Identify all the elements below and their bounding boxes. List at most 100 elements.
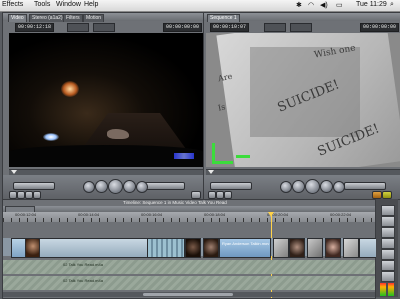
ruler-tick-marks (3, 218, 375, 222)
tab-filters[interactable]: Filters (63, 14, 83, 22)
streetlight-glow (61, 81, 79, 97)
bluetooth-icon[interactable]: ✱ (296, 1, 302, 9)
canvas-current-timecode[interactable]: 00:00:00:00 (360, 23, 400, 32)
battery-icon[interactable]: ▭ (336, 1, 343, 9)
menu-effects[interactable]: Effects (2, 1, 23, 8)
ruler-tick-label: 00:00:12:04 (15, 212, 37, 217)
zoom-tool[interactable] (381, 271, 395, 282)
timeline-ruler[interactable]: 00:00:12:04 00:00:14:04 00:00:16:04 00:0… (3, 212, 375, 222)
canvas-playhead-marker[interactable] (208, 170, 214, 174)
clock[interactable]: Tue 11:29 (356, 1, 387, 8)
video-clip-thumbnail[interactable] (273, 238, 289, 258)
viewer-mark-in-button[interactable] (9, 191, 17, 199)
video-clip-thumbnail[interactable] (343, 238, 359, 258)
paper-word-is: Is (217, 102, 227, 113)
audio-meter-right (388, 283, 394, 296)
viewer-next-edit-button[interactable] (136, 181, 148, 193)
canvas-zoom-popup[interactable] (264, 23, 286, 32)
hand-figure (107, 129, 129, 139)
tab-motion[interactable]: Motion (83, 14, 105, 22)
track-select-tool[interactable] (381, 227, 395, 238)
canvas-shuttle-control[interactable] (210, 182, 252, 190)
streetlight-glow-2 (43, 133, 59, 141)
video-clip-thumbnail[interactable] (325, 238, 341, 258)
canvas-mark-in-button[interactable] (208, 191, 216, 199)
canvas-transport-bar (204, 175, 400, 199)
audio-track-a2: 02 Talk You Read.m4a (3, 276, 375, 290)
video-clip-stripes[interactable] (147, 238, 185, 258)
viewer-panel: Video Stereo (a1a2) Filters Motion 00:00… (2, 12, 204, 200)
selection-tool[interactable] (381, 205, 395, 216)
video-clip-named[interactable]: Ryan Anderson Talkin.mov (219, 238, 271, 258)
menu-window[interactable]: Window (56, 1, 81, 8)
viewer-video-frame (9, 33, 204, 167)
volume-icon[interactable]: ◀) (320, 1, 328, 9)
tab-stereo[interactable]: Stereo (a1a2) (29, 14, 66, 22)
audio-clip-label[interactable]: 02 Talk You Read.m4a (63, 278, 103, 283)
canvas-mark-out-button[interactable] (216, 191, 224, 199)
ruler-tick-label: 00:00:14:04 (78, 212, 100, 217)
video-clip[interactable] (359, 238, 377, 258)
viewer-marker-button[interactable] (25, 191, 33, 199)
audio-meter-left (380, 283, 386, 296)
ruler-tick-label: 00:00:22:04 (330, 212, 352, 217)
timeline-panel: Timeline: Sequence 1 in Music Video Talk… (2, 199, 377, 299)
viewer-zoom-popup[interactable] (67, 23, 89, 32)
canvas-jog-control[interactable] (344, 182, 386, 190)
canvas-insert-button[interactable] (382, 191, 392, 199)
menu-tools[interactable]: Tools (34, 1, 50, 8)
viewer-play-button[interactable] (108, 179, 123, 194)
audio-clip-label[interactable]: 02 Talk You Read.m4a (63, 262, 103, 267)
viewer-current-timecode[interactable]: 00:00:00:00 (163, 23, 203, 32)
viewer-jog-control[interactable] (143, 182, 185, 190)
canvas-overwrite-button[interactable] (372, 191, 382, 199)
canvas-prev-edit-button[interactable] (280, 181, 292, 193)
green-corner-mark (212, 143, 233, 164)
video-clip-thumbnail[interactable] (289, 238, 305, 258)
viewer-playhead-marker[interactable] (11, 170, 17, 174)
canvas-next-edit-button[interactable] (333, 181, 345, 193)
viewer-play-around-button[interactable] (123, 180, 136, 193)
playhead-handle[interactable] (268, 212, 274, 217)
canvas-panel: Sequence 1 00:00:10:07 00:00:00:00 Wish … (203, 12, 400, 200)
canvas-duration-readout[interactable]: 00:00:10:07 (210, 23, 250, 32)
timeline-horizontal-scrollbar[interactable] (3, 292, 375, 297)
dash-lights (174, 153, 194, 159)
slip-tool[interactable] (381, 249, 395, 260)
canvas-marker-button[interactable] (224, 191, 232, 199)
scroll-thumb[interactable] (143, 293, 233, 296)
canvas-play-button[interactable] (305, 179, 320, 194)
spotlight-icon[interactable]: ⌕ (390, 1, 394, 9)
viewer-duration-readout[interactable]: 00:00:12:18 (15, 23, 55, 32)
menu-bar: Effects Tools Window Help ✱ ◠ ◀) ▭ Tue 1… (0, 0, 400, 12)
video-clip-thumbnail[interactable] (307, 238, 323, 258)
video-clip[interactable] (39, 238, 149, 258)
viewer-view-popup[interactable] (93, 23, 115, 32)
wifi-icon[interactable]: ◠ (308, 1, 314, 9)
tool-palette (376, 199, 398, 297)
canvas-play-around-button[interactable] (320, 180, 333, 193)
razor-tool[interactable] (381, 260, 395, 271)
canvas-tab-bar: Sequence 1 (204, 13, 400, 22)
viewer-match-frame-button[interactable] (33, 191, 41, 199)
viewer-transport-bar (3, 175, 203, 199)
viewer-mark-out-button[interactable] (17, 191, 25, 199)
green-corner-mark-2 (236, 155, 250, 158)
viewer-prev-edit-button[interactable] (83, 181, 95, 193)
video-clip-label: Ryan Anderson Talkin.mov (222, 241, 270, 246)
roll-tool[interactable] (381, 238, 395, 249)
viewer-shuttle-control[interactable] (13, 182, 55, 190)
video-clip-thumbnail[interactable] (185, 238, 201, 258)
canvas-play-in-out-button[interactable] (292, 180, 305, 193)
video-clip-thumbnail[interactable] (203, 238, 219, 258)
viewer-generator-button[interactable] (191, 191, 201, 199)
canvas-video-frame: Wish one Are Is SUICIDE! SUICIDE! (206, 33, 400, 167)
viewer-tab-bar: Video Stereo (a1a2) Filters Motion (3, 13, 203, 22)
tab-video[interactable]: Video (8, 14, 27, 22)
canvas-view-popup[interactable] (290, 23, 312, 32)
tab-sequence-1[interactable]: Sequence 1 (207, 14, 240, 22)
menu-help[interactable]: Help (84, 1, 98, 8)
edit-selection-tool[interactable] (381, 216, 395, 227)
video-track-v1: Ryan Anderson Talkin.mov (3, 238, 377, 258)
viewer-play-in-out-button[interactable] (95, 180, 108, 193)
